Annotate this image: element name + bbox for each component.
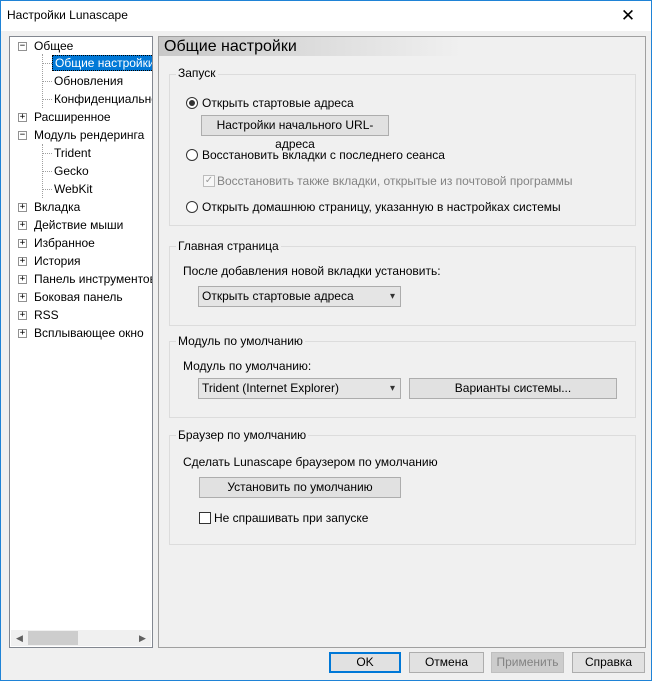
radio-open-home[interactable] (186, 201, 198, 213)
restore-mail-checkbox-label: Восстановить также вкладки, открытые из … (217, 174, 573, 188)
close-icon[interactable]: ✕ (605, 1, 651, 31)
chevron-down-icon[interactable]: ▾ (390, 287, 395, 306)
tree-item-label: Gecko (54, 164, 89, 178)
module-combo[interactable]: Trident (Internet Explorer) ▾ (198, 378, 401, 399)
module-combo-value: Trident (Internet Explorer) (202, 381, 339, 395)
tree-item-label: Панель инструментов (34, 272, 153, 286)
tree-item-label: Модуль рендеринга (34, 128, 145, 142)
tree-item-general-settings[interactable]: Общие настройки (52, 54, 152, 72)
tree-item-label: Trident (54, 146, 91, 160)
arrow-left-icon[interactable]: ◀ (11, 630, 28, 646)
radio-restore-tabs-label[interactable]: Восстановить вкладки с последнего сеанса (202, 148, 445, 162)
window-title: Настройки Lunascape (7, 8, 128, 22)
dont-ask-checkbox-label[interactable]: Не спрашивать при запуске (214, 511, 368, 525)
settings-tree[interactable]: − Общее Общие настройки Обновления Конфи… (9, 36, 153, 648)
tree-item-label: Конфиденциальность (54, 92, 152, 106)
tree-item-label: Общее (34, 39, 74, 53)
plus-icon[interactable]: + (18, 293, 27, 302)
radio-open-home-label[interactable]: Открыть домашнюю страницу, указанную в н… (202, 200, 561, 214)
tree-item-webkit[interactable]: WebKit (54, 180, 92, 198)
tree-item-label: Действие мыши (34, 218, 124, 232)
plus-icon[interactable]: + (18, 203, 27, 212)
restore-mail-checkbox[interactable]: ✓ (203, 175, 215, 187)
settings-window: Настройки Lunascape ✕ − Общее Общие наст… (0, 0, 652, 681)
set-default-button[interactable]: Установить по умолчанию (199, 477, 401, 498)
settings-panel: Общие настройки Запуск Открыть стартовые… (158, 36, 646, 648)
plus-icon[interactable]: + (18, 275, 27, 284)
radio-open-start-label[interactable]: Открыть стартовые адреса (202, 96, 354, 110)
module-label: Модуль по умолчанию: (183, 359, 312, 373)
browser-label: Сделать Lunascape браузером по умолчанию (183, 455, 438, 469)
plus-icon[interactable]: + (18, 311, 27, 320)
radio-open-start[interactable] (186, 97, 198, 109)
start-url-settings-button[interactable]: Настройки начального URL-адреса (201, 115, 389, 151)
tree-item-label: Расширенное (34, 110, 111, 124)
tree-item-label: Вкладка (34, 200, 81, 214)
tree-item-label: Боковая панель (34, 290, 123, 304)
chevron-down-icon[interactable]: ▾ (390, 379, 395, 398)
homepage-combo-value: Открыть стартовые адреса (202, 289, 354, 303)
system-variants-button[interactable]: Варианты системы... (409, 378, 617, 399)
tree-connector (43, 81, 52, 82)
tree-item-label: Всплывающее окно (34, 326, 144, 340)
apply-button[interactable]: Применить (491, 652, 564, 673)
radio-restore-tabs[interactable] (186, 149, 198, 161)
homepage-combo[interactable]: Открыть стартовые адреса ▾ (198, 286, 401, 307)
tree-item-label: Избранное (34, 236, 95, 250)
startup-group-label: Запуск (176, 66, 218, 80)
scrollbar-thumb[interactable] (28, 631, 78, 645)
plus-icon[interactable]: + (18, 113, 27, 122)
tree-item-label: WebKit (54, 182, 93, 196)
tree-item-label: Обновления (54, 74, 124, 88)
tree-item-updates[interactable]: Обновления (54, 72, 123, 90)
plus-icon[interactable]: + (18, 257, 27, 266)
homepage-group-label: Главная страница (176, 239, 281, 253)
tree-item-label: Общие настройки (52, 55, 152, 71)
ok-button[interactable]: OK (329, 652, 401, 673)
minus-icon[interactable]: − (18, 131, 27, 140)
tree-connector (43, 63, 52, 64)
tree-item-label: RSS (34, 308, 59, 322)
title-bar: Настройки Lunascape ✕ (1, 1, 651, 31)
tree-item-privacy[interactable]: Конфиденциальность (54, 90, 152, 108)
tree-connector (43, 189, 52, 190)
cancel-button[interactable]: Отмена (409, 652, 484, 673)
tree-item-label: История (34, 254, 81, 268)
module-group-label: Модуль по умолчанию (176, 334, 305, 348)
tree-connector (43, 171, 52, 172)
tree-connector (43, 153, 52, 154)
browser-group-label: Браузер по умолчанию (176, 428, 309, 442)
help-button[interactable]: Справка (572, 652, 645, 673)
plus-icon[interactable]: + (18, 221, 27, 230)
plus-icon[interactable]: + (18, 329, 27, 338)
tree-horizontal-scrollbar[interactable]: ◀ ▶ (11, 630, 151, 646)
tree-item-gecko[interactable]: Gecko (54, 162, 89, 180)
panel-title: Общие настройки (159, 37, 462, 56)
dont-ask-checkbox[interactable] (199, 512, 211, 524)
tree-connector (43, 99, 52, 100)
minus-icon[interactable]: − (18, 42, 27, 51)
arrow-right-icon[interactable]: ▶ (134, 630, 151, 646)
homepage-label: После добавления новой вкладки установит… (183, 264, 441, 278)
plus-icon[interactable]: + (18, 239, 27, 248)
tree-item-trident[interactable]: Trident (54, 144, 91, 162)
